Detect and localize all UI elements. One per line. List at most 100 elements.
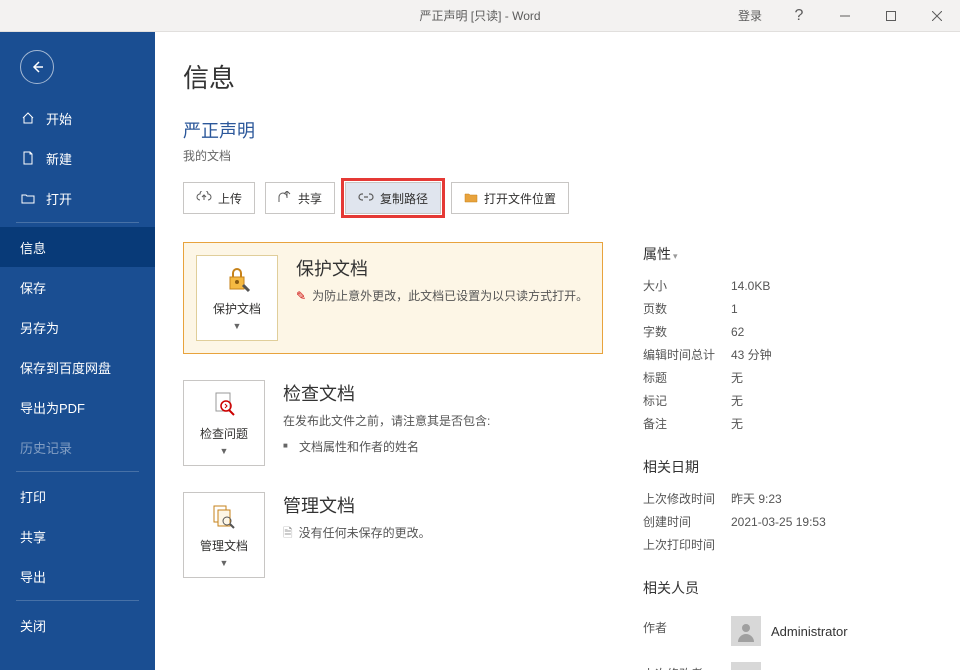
page-title: 信息 bbox=[183, 58, 932, 95]
nav-saveas[interactable]: 另存为 bbox=[0, 307, 155, 347]
nav-label: 另存为 bbox=[20, 318, 59, 337]
nav-export[interactable]: 导出 bbox=[0, 556, 155, 596]
cloud-upload-icon bbox=[196, 191, 212, 206]
dropdown-caret-icon: ▾ bbox=[673, 251, 678, 261]
close-button[interactable] bbox=[914, 0, 960, 32]
properties-panel: 属性▾ 大小14.0KB 页数1 字数62 编辑时间总计43 分钟 标题无 标记… bbox=[643, 242, 932, 670]
nav-label: 打开 bbox=[46, 189, 72, 208]
home-icon bbox=[20, 110, 36, 126]
prop-row-printed: 上次打印时间 bbox=[643, 533, 932, 556]
lock-icon bbox=[223, 265, 251, 296]
titlebar: 严正声明 [只读] - Word 登录 ? bbox=[0, 0, 960, 32]
nav-new[interactable]: 新建 bbox=[0, 138, 155, 178]
back-button[interactable] bbox=[20, 50, 54, 84]
folder-icon bbox=[464, 191, 478, 206]
block-text: 在发布此文件之前，请注意其是否包含: bbox=[283, 412, 603, 431]
prop-row-edit-time: 编辑时间总计43 分钟 bbox=[643, 343, 932, 366]
inspect-document-button[interactable]: 检查问题 ▼ bbox=[183, 380, 265, 466]
button-label: 管理文档 bbox=[200, 537, 248, 554]
nav-export-pdf[interactable]: 导出为PDF bbox=[0, 387, 155, 427]
share-button[interactable]: 共享 bbox=[265, 182, 335, 214]
dropdown-caret-icon: ▼ bbox=[220, 558, 229, 568]
prop-row-tags[interactable]: 标记无 bbox=[643, 389, 932, 412]
share-icon bbox=[278, 191, 292, 206]
copy-path-button[interactable]: 复制路径 bbox=[345, 182, 441, 214]
dropdown-caret-icon: ▼ bbox=[220, 446, 229, 456]
nav-close[interactable]: 关闭 bbox=[0, 605, 155, 645]
doc-icon: 🗎 bbox=[283, 526, 293, 540]
prop-row-comments[interactable]: 备注无 bbox=[643, 412, 932, 435]
avatar-icon bbox=[731, 616, 761, 646]
help-button[interactable]: ? bbox=[776, 0, 822, 32]
maximize-button[interactable] bbox=[868, 0, 914, 32]
nav-label: 导出为PDF bbox=[20, 398, 85, 417]
open-icon bbox=[20, 190, 36, 206]
prop-row-title[interactable]: 标题无 bbox=[643, 366, 932, 389]
document-title: 严正声明 bbox=[183, 117, 932, 143]
nav-label: 打印 bbox=[20, 487, 46, 506]
inspect-icon bbox=[210, 390, 238, 421]
button-label: 检查问题 bbox=[200, 425, 248, 442]
nav-label: 新建 bbox=[46, 149, 72, 168]
content-area: 信息 严正声明 我的文档 上传 共享 复制路径 打开文件位置 bbox=[155, 32, 960, 670]
author-person[interactable]: Administrator bbox=[731, 616, 932, 646]
new-icon bbox=[20, 150, 36, 166]
prop-row-created: 创建时间2021-03-25 19:53 bbox=[643, 510, 932, 533]
nav-separator bbox=[16, 222, 139, 223]
link-icon bbox=[358, 191, 374, 205]
minimize-button[interactable] bbox=[822, 0, 868, 32]
avatar-icon bbox=[731, 662, 761, 670]
prop-row-pages: 页数1 bbox=[643, 297, 932, 320]
nav-info[interactable]: 信息 bbox=[0, 227, 155, 267]
nav-save[interactable]: 保存 bbox=[0, 267, 155, 307]
list-item: 文档属性和作者的姓名 bbox=[283, 437, 603, 459]
properties-heading[interactable]: 属性▾ bbox=[643, 244, 932, 264]
people-heading: 相关人员 bbox=[643, 578, 932, 598]
document-path: 我的文档 bbox=[183, 147, 932, 164]
nav-label: 导出 bbox=[20, 567, 46, 586]
dates-heading: 相关日期 bbox=[643, 457, 932, 477]
action-row: 上传 共享 复制路径 打开文件位置 bbox=[183, 182, 932, 214]
person-name: Administrator bbox=[771, 624, 848, 639]
nav-home[interactable]: 开始 bbox=[0, 98, 155, 138]
prop-row-size: 大小14.0KB bbox=[643, 274, 932, 297]
manage-icon bbox=[210, 502, 238, 533]
block-text: 🗎没有任何未保存的更改。 bbox=[283, 524, 603, 543]
nav-label: 信息 bbox=[20, 238, 46, 257]
nav-history: 历史记录 bbox=[0, 427, 155, 467]
inspect-block: 检查问题 ▼ 检查文档 在发布此文件之前，请注意其是否包含: 文档属性和作者的姓… bbox=[183, 380, 603, 466]
upload-button[interactable]: 上传 bbox=[183, 182, 255, 214]
block-title: 管理文档 bbox=[283, 492, 603, 518]
protect-block: 保护文档 ▼ 保护文档 ✎为防止意外更改，此文档已设置为以只读方式打开。 bbox=[183, 242, 603, 354]
nav-label: 共享 bbox=[20, 527, 46, 546]
dropdown-caret-icon: ▼ bbox=[233, 321, 242, 331]
nav-label: 保存到百度网盘 bbox=[20, 358, 111, 377]
pen-icon: ✎ bbox=[296, 289, 306, 303]
nav-print[interactable]: 打印 bbox=[0, 476, 155, 516]
prop-row-words: 字数62 bbox=[643, 320, 932, 343]
button-label: 复制路径 bbox=[380, 190, 428, 207]
nav-save-baidu[interactable]: 保存到百度网盘 bbox=[0, 347, 155, 387]
nav-separator bbox=[16, 600, 139, 601]
manage-document-button[interactable]: 管理文档 ▼ bbox=[183, 492, 265, 578]
manage-block: 管理文档 ▼ 管理文档 🗎没有任何未保存的更改。 bbox=[183, 492, 603, 578]
inspect-list: 文档属性和作者的姓名 bbox=[283, 437, 603, 459]
modifier-person[interactable]: Administrator bbox=[731, 662, 932, 670]
nav-share[interactable]: 共享 bbox=[0, 516, 155, 556]
nav-label: 开始 bbox=[46, 109, 72, 128]
button-label: 打开文件位置 bbox=[484, 190, 556, 207]
login-link[interactable]: 登录 bbox=[724, 7, 776, 24]
block-text: ✎为防止意外更改，此文档已设置为以只读方式打开。 bbox=[296, 287, 590, 306]
nav-label: 关闭 bbox=[20, 616, 46, 635]
prop-row-modified: 上次修改时间昨天 9:23 bbox=[643, 487, 932, 510]
button-label: 共享 bbox=[298, 190, 322, 207]
protect-document-button[interactable]: 保护文档 ▼ bbox=[196, 255, 278, 341]
block-title: 保护文档 bbox=[296, 255, 590, 281]
nav-label: 历史记录 bbox=[20, 438, 72, 457]
block-title: 检查文档 bbox=[283, 380, 603, 406]
open-location-button[interactable]: 打开文件位置 bbox=[451, 182, 569, 214]
nav-separator bbox=[16, 471, 139, 472]
nav-open[interactable]: 打开 bbox=[0, 178, 155, 218]
window-title: 严正声明 [只读] - Word bbox=[419, 7, 540, 24]
nav-label: 保存 bbox=[20, 278, 46, 297]
